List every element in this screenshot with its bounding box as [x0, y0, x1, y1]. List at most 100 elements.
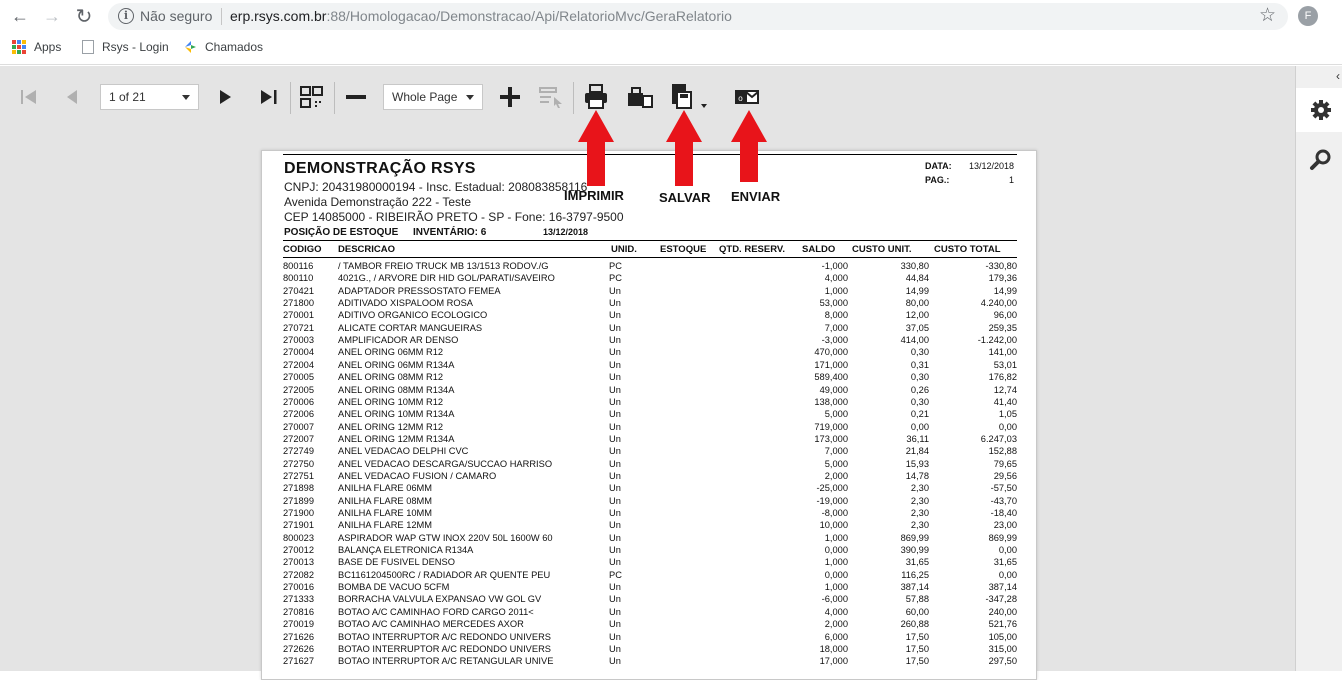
company-address: Avenida Demonstração 222 - Teste: [284, 195, 472, 209]
bookmark-label: Rsys - Login: [102, 40, 169, 54]
divider: [283, 257, 1017, 258]
cell-saldo: 173,000: [814, 433, 848, 444]
cell-descricao: BOMBA DE VACUO 5CFM: [338, 582, 450, 593]
col-header-codigo: CODIGO: [283, 244, 322, 255]
previous-page-icon[interactable]: [62, 84, 82, 110]
cell-custo-total: 141,00: [988, 347, 1017, 358]
save-arrow-annotation: [666, 110, 702, 186]
cell-descricao: BOTAO INTERRUPTOR A/C REDONDO UNIVERS: [338, 643, 551, 654]
zoom-select-value: Whole Page: [392, 90, 458, 104]
cell-custo-total: 176,82: [988, 372, 1017, 383]
table-row: 271900 ANILHA FLARE 10MM Un -8,000 2,30 -18,4…: [262, 508, 1036, 520]
reload-icon[interactable]: ↻: [72, 4, 96, 28]
table-row: 270013 BASE DE FUSIVEL DENSO Un 1,000 31,65 3…: [262, 557, 1036, 569]
cell-custo-total: 0,00: [998, 569, 1017, 580]
cell-custo-total: 79,65: [993, 458, 1017, 469]
forward-arrow-icon[interactable]: →: [40, 4, 64, 28]
last-page-icon[interactable]: [257, 84, 281, 110]
cell-unid: Un: [609, 298, 621, 309]
bookmark-rsys-login[interactable]: Rsys - Login: [82, 40, 169, 54]
cell-custo-unit: 2,30: [910, 495, 929, 506]
col-header-unid: UNID.: [611, 244, 637, 255]
cell-saldo: 2,000: [824, 619, 848, 630]
back-arrow-icon[interactable]: ←: [8, 4, 32, 28]
cell-codigo: 270001: [283, 310, 315, 321]
table-row: 271899 ANILHA FLARE 08MM Un -19,000 2,30 -43,…: [262, 495, 1036, 508]
cell-saldo: 8,000: [824, 310, 848, 321]
cell-descricao: ADITIVO ORGANICO ECOLOGICO: [338, 310, 488, 321]
cell-codigo: 272082: [283, 569, 315, 580]
print-icon[interactable]: [583, 84, 609, 110]
cell-custo-unit: 2,30: [910, 520, 929, 531]
cell-custo-unit: 2,30: [910, 483, 929, 494]
cell-custo-total: 12,74: [993, 384, 1017, 395]
cell-saldo: 0,000: [824, 545, 848, 556]
table-row: 800116 / TAMBOR FREIO TRUCK MB 13/1513 RO…: [262, 261, 1036, 273]
info-icon[interactable]: i: [118, 8, 134, 24]
cell-descricao: AMPLIFICADOR AR DENSO: [338, 335, 459, 346]
cell-unid: Un: [609, 643, 621, 654]
cell-custo-total: 96,00: [993, 310, 1017, 321]
cell-saldo: 589,400: [814, 372, 848, 383]
url-text[interactable]: erp.rsys.com.br:88/Homologacao/Demonstra…: [230, 8, 732, 24]
cell-unid: Un: [609, 384, 621, 395]
collapse-icon[interactable]: ‹: [1336, 69, 1340, 83]
bookmark-apps[interactable]: Apps: [12, 40, 61, 54]
multi-page-icon[interactable]: [298, 84, 326, 110]
cell-codigo: 800023: [283, 532, 315, 543]
cell-codigo: 272750: [283, 458, 315, 469]
search-tab[interactable]: [1296, 138, 1342, 178]
cell-unid: Un: [609, 335, 621, 346]
cell-saldo: 4,000: [824, 273, 848, 284]
select-tool-icon[interactable]: [538, 84, 566, 110]
col-header-saldo: SALDO: [802, 244, 836, 255]
cell-codigo: 270005: [283, 372, 315, 383]
cell-custo-total: 259,35: [988, 322, 1017, 333]
zoom-in-icon[interactable]: [498, 84, 522, 110]
save-dropdown-icon[interactable]: [668, 84, 710, 110]
cell-unid: Un: [609, 656, 621, 667]
cell-custo-unit: 0,30: [910, 372, 929, 383]
table-row: 272006 ANEL ORING 10MM R134A Un 5,000 0,21 1,…: [262, 409, 1036, 421]
cell-saldo: 1,000: [824, 557, 848, 568]
cell-descricao: ANEL ORING 10MM R134A: [338, 409, 455, 420]
send-email-icon[interactable]: o: [733, 84, 761, 110]
zoom-select[interactable]: Whole Page: [383, 84, 483, 110]
table-row: 272005 ANEL ORING 08MM R134A Un 49,000 0,26 1…: [262, 384, 1036, 397]
table-row: 272751 ANEL VEDACAO FUSION / CAMARO Un 2,00…: [262, 470, 1036, 483]
cell-saldo: 49,000: [819, 384, 848, 395]
cell-unid: Un: [609, 483, 621, 494]
url-host: erp.rsys.com.br: [230, 8, 327, 24]
divider: [283, 240, 1017, 241]
cell-custo-total: -347,28: [985, 594, 1017, 605]
cell-descricao: BC1161204500RC / RADIADOR AR QUENTE PEU: [338, 569, 551, 580]
cell-custo-total: 29,56: [993, 470, 1017, 481]
settings-tab[interactable]: [1296, 88, 1342, 132]
table-row: 271901 ANILHA FLARE 12MM Un 10,000 2,30 23,00: [262, 520, 1036, 532]
bookmark-label: Chamados: [205, 40, 264, 54]
address-bar[interactable]: i Não seguro erp.rsys.com.br:88/Homologa…: [108, 3, 1288, 30]
cell-codigo: 272007: [283, 433, 315, 444]
cell-saldo: -19,000: [816, 495, 848, 506]
first-page-icon[interactable]: [18, 84, 40, 110]
zoom-out-icon[interactable]: [344, 84, 368, 110]
export-icon[interactable]: [626, 84, 654, 110]
cell-unid: Un: [609, 582, 621, 593]
cell-saldo: 138,000: [814, 396, 848, 407]
bookmark-star-icon[interactable]: ☆: [1259, 4, 1276, 27]
page-value: 1: [1008, 175, 1014, 185]
next-page-icon[interactable]: [215, 84, 235, 110]
col-header-descricao: DESCRICAO: [338, 244, 396, 255]
table-row: 271333 BORRACHA VALVULA EXPANSAO VW GOL G…: [262, 594, 1036, 606]
profile-avatar[interactable]: F: [1298, 6, 1318, 26]
cell-codigo: 272626: [283, 643, 315, 654]
table-row: 271800 ADITIVADO XISPALOOM ROSA Un 53,000 80…: [262, 298, 1036, 310]
cell-custo-unit: 0,26: [910, 384, 929, 395]
cell-custo-total: 53,01: [993, 359, 1017, 370]
cell-custo-total: 297,50: [988, 656, 1017, 667]
apps-grid-icon: [12, 40, 26, 54]
page-select[interactable]: 1 of 21: [100, 84, 199, 110]
security-label[interactable]: Não seguro: [140, 8, 212, 24]
cell-codigo: 271900: [283, 508, 315, 518]
bookmark-chamados[interactable]: Chamados: [183, 40, 263, 54]
